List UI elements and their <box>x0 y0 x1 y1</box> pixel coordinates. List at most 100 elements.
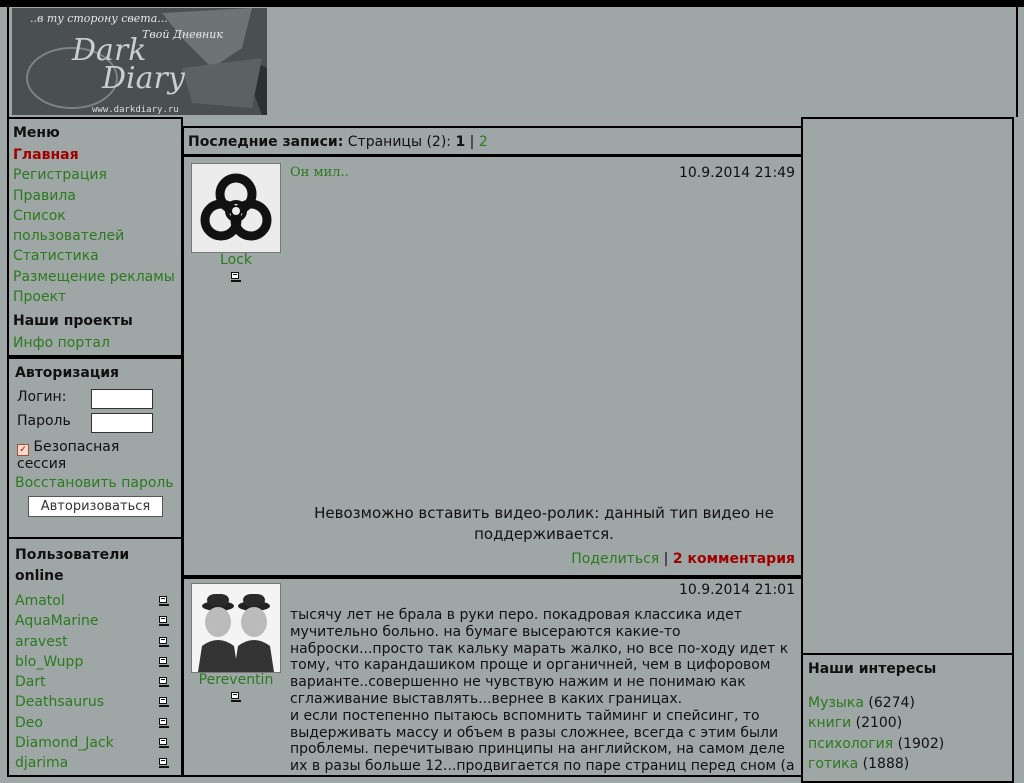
online-user: Deathsaurus <box>15 692 175 712</box>
post-body-line: тому, что карандашиком проще и органичне… <box>290 657 771 674</box>
message-icon[interactable] <box>159 758 169 769</box>
online-user: Diamond_Jack <box>15 733 175 753</box>
online-user-link[interactable]: Dart <box>15 674 46 690</box>
post-date: 10.9.2014 21:01 <box>678 582 795 598</box>
secure-session-label-1: Безопасная <box>33 439 120 455</box>
menu-title: Меню <box>13 125 60 141</box>
header: ..в ту сторону света... Твой Дневник Dar… <box>7 7 1018 117</box>
message-icon[interactable] <box>159 697 169 708</box>
logo-slogan: ..в ту сторону света... <box>30 12 168 25</box>
projects-item-info-portal[interactable]: Инфо портал <box>13 333 177 353</box>
online-user-link[interactable]: AquaMarine <box>15 613 98 629</box>
right-ad-panel <box>801 117 1014 655</box>
post-body: Невозможно вставить видео-ролик: данный … <box>290 503 798 545</box>
projects-title: Наши проекты <box>13 313 133 330</box>
avatar[interactable] <box>191 163 281 253</box>
secure-session-checkbox[interactable]: ✓ <box>17 444 29 456</box>
interest-link[interactable]: готика <box>808 756 858 772</box>
online-users-panel: Пользователи online Amatol AquaMarine ar… <box>7 537 183 777</box>
online-user-link[interactable]: Diamond_Jack <box>15 735 114 751</box>
online-title: Пользователи online <box>15 545 175 587</box>
interest-item: готика (1888) <box>808 754 1007 774</box>
share-link[interactable]: Поделиться <box>571 551 659 567</box>
top-border <box>0 0 1024 7</box>
message-icon[interactable] <box>159 656 169 667</box>
post-body-line: тысячу лет не брала в руки перо. покадро… <box>290 607 742 623</box>
post: Pereventin 10.9.2014 21:01 тысячу лет не… <box>182 577 803 777</box>
menu-item-home[interactable]: Главная <box>13 145 177 165</box>
secure-session-label-2: сессия <box>17 456 67 472</box>
menu-item-advertising[interactable]: Размещение рекламы <box>13 267 177 287</box>
page-current: 1 <box>455 134 466 150</box>
message-icon[interactable] <box>159 636 169 647</box>
menu-item-statistics[interactable]: Статистика <box>13 246 177 266</box>
footer-separator: | <box>663 551 669 567</box>
post-body-line: выдерживать массу и объем в разы сложнее… <box>290 724 779 741</box>
interests-panel: Наши интересы Музыка (6274) книги (2100)… <box>801 653 1014 783</box>
menu-item-project[interactable]: Проект <box>13 287 177 307</box>
menu-item-registration[interactable]: Регистрация <box>13 165 177 185</box>
message-icon[interactable] <box>231 272 241 282</box>
online-user: AquaMarine <box>15 611 175 631</box>
online-user-link[interactable]: Deo <box>15 715 43 731</box>
online-user: Dart <box>15 672 175 692</box>
online-user: aravest <box>15 632 175 652</box>
online-user-link[interactable]: aravest <box>15 634 68 650</box>
online-user-link[interactable]: Deathsaurus <box>15 694 104 710</box>
message-icon[interactable] <box>159 738 169 749</box>
message-icon[interactable] <box>159 596 169 606</box>
menu-item-users-list-2[interactable]: пользователей <box>13 226 177 246</box>
online-title-1: Пользователи <box>15 547 130 563</box>
interest-count: (2100) <box>855 715 903 732</box>
menu-item-users-list-1[interactable]: Список <box>13 206 177 226</box>
logo-url: www.darkdiary.ru <box>92 105 179 115</box>
page-link-2[interactable]: 2 <box>479 134 488 150</box>
restore-password-link[interactable]: Восстановить пароль <box>15 475 174 491</box>
post-body-line: наброски...просто так кальку марать жалк… <box>290 640 789 657</box>
site-logo[interactable]: ..в ту сторону света... Твой Дневник Dar… <box>12 8 267 115</box>
online-user-link[interactable]: blo_Wupp <box>15 654 83 670</box>
biohazard-icon <box>192 164 280 252</box>
pages-label: Страницы (2): <box>347 134 451 150</box>
online-user-link[interactable]: Amatol <box>15 593 65 609</box>
message-icon[interactable] <box>159 616 169 627</box>
online-user: blo_Wupp <box>15 652 175 672</box>
menu-panel: Меню Главная Регистрация Правила Список … <box>7 117 183 357</box>
interest-link[interactable]: книги <box>808 715 851 731</box>
message-icon[interactable] <box>159 677 169 688</box>
online-users-list: Amatol AquaMarine aravest blo_Wupp Dart … <box>15 591 175 774</box>
online-user: Deo <box>15 713 175 733</box>
message-icon[interactable] <box>231 692 241 702</box>
logo-subtitle: Твой Дневник <box>142 28 223 41</box>
post-body-line: сглаживание выставлять...вернее в каких … <box>290 690 683 707</box>
interest-count: (6274) <box>868 695 915 711</box>
interests-title: Наши интересы <box>808 661 937 677</box>
interest-count: (1888) <box>862 755 910 772</box>
interest-link[interactable]: Музыка <box>808 695 864 711</box>
login-label: Логин: <box>17 389 67 405</box>
message-icon[interactable] <box>159 717 169 728</box>
menu-item-rules[interactable]: Правила <box>13 186 177 206</box>
post-title[interactable]: Он мил.. <box>290 165 349 180</box>
secure-session: ✓ Безопасная сессия <box>17 439 119 473</box>
avatar-image <box>192 584 280 672</box>
login-button[interactable]: Авторизоваться <box>28 496 163 517</box>
password-input[interactable] <box>91 413 153 433</box>
post-author[interactable]: Pereventin <box>184 672 288 688</box>
post-author[interactable]: Lock <box>184 252 288 268</box>
interest-item: книги (2100) <box>808 713 1007 733</box>
page-separator: | <box>469 134 475 150</box>
comments-link[interactable]: 2 комментария <box>673 551 795 567</box>
post-body-line: мучительно больно. на бумаге высераются … <box>290 623 681 640</box>
logo-diary: Diary <box>101 61 186 96</box>
interest-link[interactable]: психология <box>808 736 893 752</box>
avatar[interactable] <box>191 583 281 673</box>
latest-posts-title: Последние записи: <box>188 134 344 150</box>
login-input[interactable] <box>91 389 153 409</box>
post-body-line: их в разы больше 12...продвигается по па… <box>290 758 795 775</box>
post-footer: Поделиться | 2 комментария <box>571 551 795 567</box>
interest-count: (1902) <box>897 735 945 752</box>
interest-item: психология (1902) <box>808 734 1007 754</box>
post-date: 10.9.2014 21:49 <box>678 165 795 181</box>
online-user-link[interactable]: djarima <box>15 755 68 771</box>
